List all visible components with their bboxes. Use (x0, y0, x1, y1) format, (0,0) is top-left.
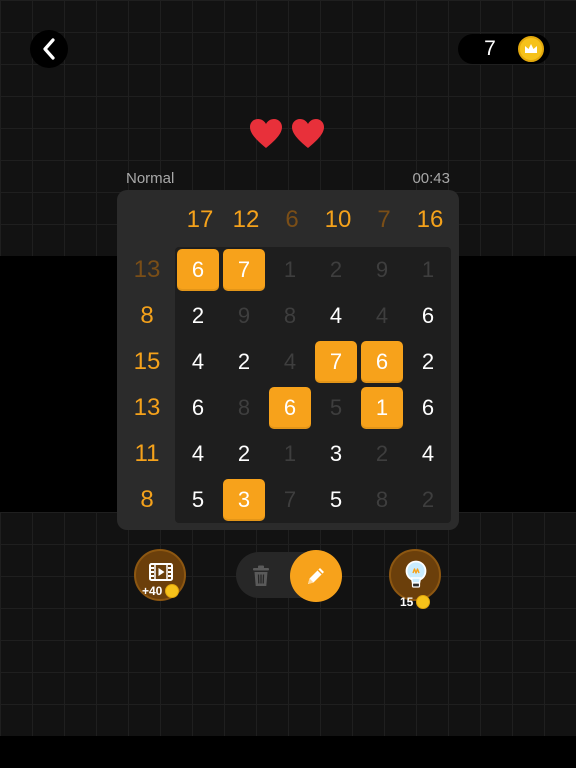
grid-cell[interactable]: 1 (361, 387, 403, 429)
row-sum: 8 (140, 302, 154, 329)
pencil-icon (308, 568, 324, 584)
grid-cell[interactable]: 8 (361, 479, 403, 521)
grid-cell[interactable]: 9 (223, 295, 265, 337)
grid-cell[interactable]: 7 (269, 479, 311, 521)
difficulty-label: Normal (126, 170, 175, 187)
grid-cell[interactable]: 8 (269, 295, 311, 337)
grid-cell[interactable]: 7 (315, 341, 357, 383)
row-sum: 15 (133, 348, 161, 375)
grid-cell[interactable]: 6 (407, 295, 449, 337)
coin-icon (165, 584, 179, 598)
puzzle-board: 17 12 6 10 7 16 13 8 15 13 11 8 6 7 1 2 … (117, 190, 459, 530)
timer: 00:43 (412, 170, 450, 187)
row-sum: 13 (133, 256, 161, 283)
grid-cell[interactable]: 6 (407, 387, 449, 429)
grid-cell[interactable]: 4 (361, 295, 403, 337)
grid-cell[interactable]: 4 (177, 433, 219, 475)
grid-cell[interactable]: 9 (361, 249, 403, 291)
heart-icon (292, 119, 324, 148)
column-sum: 12 (232, 206, 260, 233)
row-sum: 11 (134, 440, 160, 467)
grid-cell[interactable]: 7 (223, 249, 265, 291)
trash-icon (253, 565, 269, 586)
grid-cell[interactable]: 6 (361, 341, 403, 383)
chevron-left-icon (43, 38, 55, 60)
grid-cell[interactable]: 4 (407, 433, 449, 475)
video-reward-label: +40 (142, 584, 163, 598)
crown-coin-icon (518, 36, 544, 62)
grid-cell[interactable]: 3 (315, 433, 357, 475)
grid-cell[interactable]: 4 (269, 341, 311, 383)
grid-cell[interactable]: 8 (223, 387, 265, 429)
row-sum: 8 (140, 486, 154, 513)
grid-cell[interactable]: 5 (315, 479, 357, 521)
lightbulb-icon (405, 560, 427, 588)
grid-cell[interactable]: 6 (269, 387, 311, 429)
film-play-icon (149, 563, 173, 581)
background-grid-bottom (0, 512, 576, 736)
grid-cell[interactable]: 4 (315, 295, 357, 337)
coin-icon (416, 595, 430, 609)
coin-balance[interactable]: 7 (458, 34, 550, 64)
grid-cell[interactable]: 2 (407, 341, 449, 383)
grid-cell[interactable]: 2 (223, 341, 265, 383)
grid-cell[interactable]: 1 (269, 433, 311, 475)
column-sum: 10 (324, 206, 352, 233)
heart-icon (250, 119, 282, 148)
column-sum: 6 (285, 206, 299, 233)
grid-cell[interactable]: 4 (177, 341, 219, 383)
grid-cell[interactable]: 2 (315, 249, 357, 291)
grid-cell[interactable]: 6 (177, 387, 219, 429)
column-sum: 17 (186, 206, 214, 233)
hint-cost: 15 (400, 595, 414, 609)
grid-cell[interactable]: 6 (177, 249, 219, 291)
erase-button[interactable] (246, 562, 276, 590)
column-sum: 16 (416, 206, 444, 233)
grid-cell[interactable]: 2 (361, 433, 403, 475)
grid-cell[interactable]: 3 (223, 479, 265, 521)
grid-cell[interactable]: 5 (315, 387, 357, 429)
row-sum: 13 (133, 394, 161, 421)
grid-cell[interactable]: 5 (177, 479, 219, 521)
pencil-mode-button[interactable] (290, 550, 342, 602)
grid-cell[interactable]: 2 (177, 295, 219, 337)
grid-cell[interactable]: 2 (407, 479, 449, 521)
back-button[interactable] (30, 30, 68, 68)
grid-cell[interactable]: 2 (223, 433, 265, 475)
grid-cell[interactable]: 1 (269, 249, 311, 291)
column-sum: 7 (377, 206, 391, 233)
coin-count: 7 (484, 37, 496, 60)
hint-button[interactable] (389, 549, 441, 601)
grid-cell[interactable]: 1 (407, 249, 449, 291)
lives (249, 118, 325, 150)
